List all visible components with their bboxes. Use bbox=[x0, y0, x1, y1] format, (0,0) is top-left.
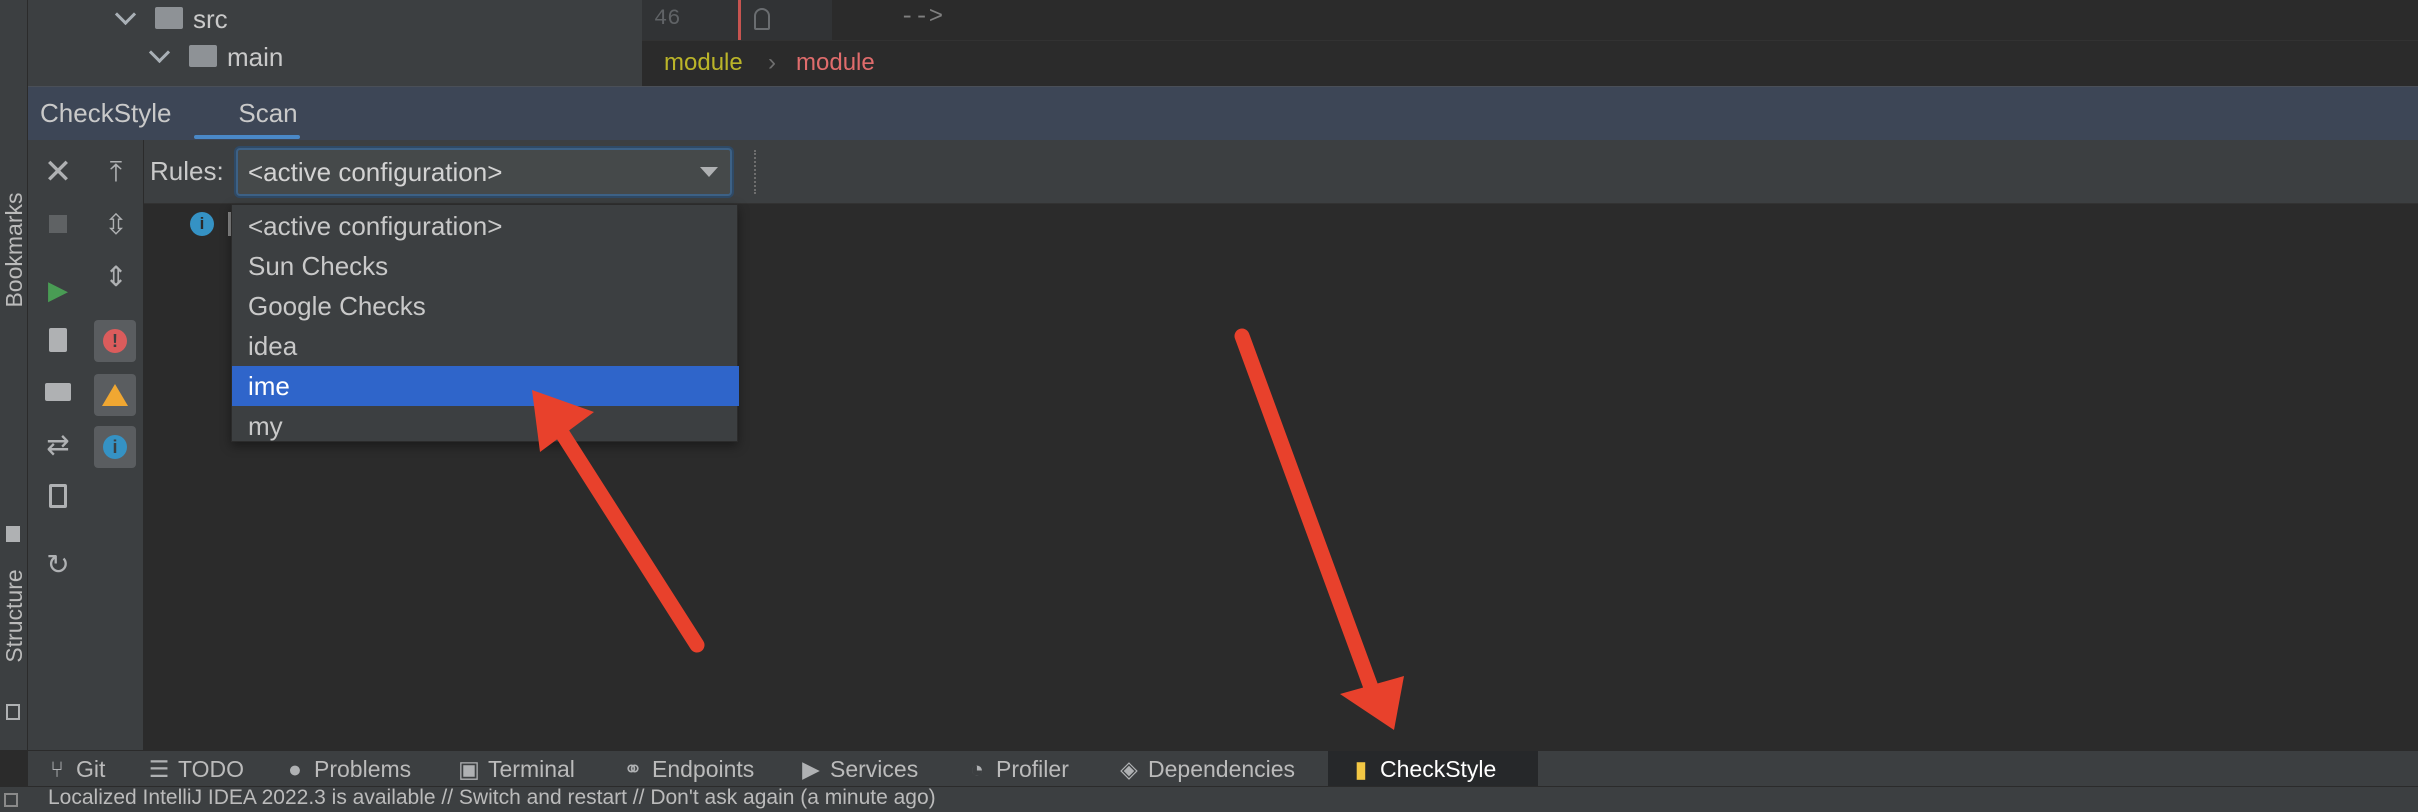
arrow-to-ime-option bbox=[532, 390, 705, 653]
arrow-to-checkstyle-tab bbox=[1234, 328, 1404, 730]
annotation-arrows bbox=[532, 328, 1404, 730]
